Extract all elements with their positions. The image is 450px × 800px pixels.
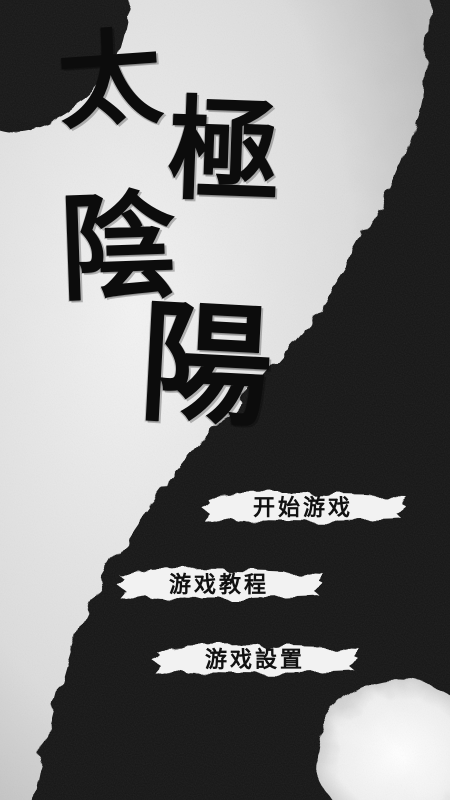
- start-game-button[interactable]: 开始游戏: [198, 486, 408, 526]
- title-char-tai: 太: [53, 14, 167, 145]
- settings-button[interactable]: 游戏設置: [148, 638, 362, 678]
- tutorial-label: 游戏教程: [168, 572, 269, 598]
- title-char-ji: 極: [165, 84, 283, 219]
- settings-label: 游戏設置: [204, 647, 305, 673]
- title-char-yang: 陽: [136, 284, 276, 447]
- tutorial-button[interactable]: 游戏教程: [112, 563, 326, 603]
- start-game-label: 开始游戏: [252, 495, 353, 521]
